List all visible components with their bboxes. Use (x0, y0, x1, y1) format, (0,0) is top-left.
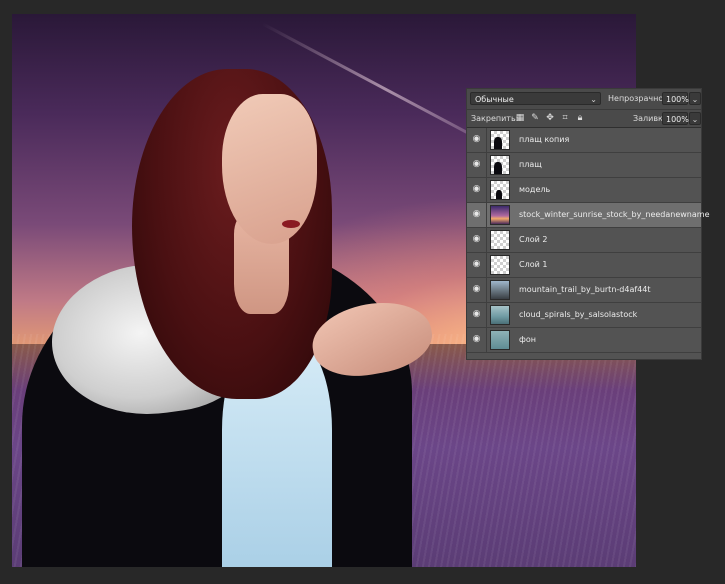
layer-thumbnail (490, 330, 510, 350)
layer-name[interactable]: фон (519, 328, 536, 352)
layers-panel: Обычные ⌄ Непрозрачность: 100% ⌄ Закрепи… (466, 88, 709, 360)
layer-thumbnail (490, 305, 510, 325)
fill-dropdown-button[interactable]: ⌄ (689, 112, 701, 125)
chevron-down-icon: ⌄ (691, 115, 699, 124)
layer-row-selected[interactable]: ◉ stock_winter_sunrise_stock_by_needanew… (467, 203, 709, 228)
layer-name[interactable]: плащ (519, 153, 542, 177)
layer-name[interactable]: cloud_spirals_by_salsolastock (519, 303, 637, 327)
layer-name[interactable]: mountain_trail_by_burtn-d4af44t (519, 278, 650, 302)
eye-icon[interactable]: ◉ (471, 159, 482, 170)
layer-name[interactable]: Слой 2 (519, 228, 547, 252)
layers-list: ◉ плащ копия ◉ плащ ◉ модель ◉ stock_win… (467, 128, 709, 353)
layer-row[interactable]: ◉ плащ (467, 153, 701, 178)
layer-name[interactable]: плащ копия (519, 128, 569, 152)
layer-row[interactable]: ◉ Слой 2 (467, 228, 701, 253)
brush-icon[interactable]: ✎ (530, 113, 540, 123)
lips (282, 220, 300, 228)
artboard-icon[interactable]: ⌗ (560, 113, 570, 123)
chevron-down-icon: ⌄ (590, 95, 597, 104)
chevron-down-icon: ⌄ (691, 95, 699, 104)
fill-value: 100% (666, 115, 689, 124)
layer-row[interactable]: ◉ Слой 1 (467, 253, 701, 278)
layer-thumbnail (490, 230, 510, 250)
lock-icon[interactable]: 🔒︎ (575, 113, 585, 123)
woman-face (222, 94, 317, 244)
opacity-input[interactable]: 100% (662, 92, 689, 105)
eye-icon[interactable]: ◉ (471, 209, 482, 220)
eye-icon[interactable]: ◉ (471, 234, 482, 245)
layer-name[interactable]: Слой 1 (519, 253, 547, 277)
layer-thumbnail (490, 155, 510, 175)
eye-icon[interactable]: ◉ (471, 309, 482, 320)
layer-row[interactable]: ◉ cloud_spirals_by_salsolastock (467, 303, 701, 328)
layer-thumbnail (490, 280, 510, 300)
lock-transparent-pixels-icon[interactable]: ▦ (515, 113, 525, 123)
eye-icon[interactable]: ◉ (471, 334, 482, 345)
blend-mode-select[interactable]: Обычные ⌄ (470, 92, 601, 105)
lock-label: Закрепить: (471, 114, 519, 123)
layer-name[interactable]: stock_winter_sunrise_stock_by_needanewna… (519, 203, 709, 227)
eye-icon[interactable]: ◉ (471, 134, 482, 145)
blend-mode-value: Обычные (475, 95, 514, 104)
layers-panel-lock-row: Закрепить: ▦ ✎ ✥ ⌗ 🔒︎ Заливка: 100% ⌄ (467, 110, 701, 128)
layer-thumbnail (490, 205, 510, 225)
layer-name[interactable]: модель (519, 178, 550, 202)
eye-icon[interactable]: ◉ (471, 184, 482, 195)
layer-thumbnail (490, 130, 510, 150)
layer-row[interactable]: ◉ mountain_trail_by_burtn-d4af44t (467, 278, 701, 303)
layer-row[interactable]: ◉ фон (467, 328, 701, 353)
layers-panel-top-row: Обычные ⌄ Непрозрачность: 100% ⌄ (467, 89, 701, 110)
layer-thumbnail (490, 180, 510, 200)
eye-icon[interactable]: ◉ (471, 259, 482, 270)
opacity-dropdown-button[interactable]: ⌄ (689, 92, 701, 105)
move-icon[interactable]: ✥ (545, 113, 555, 123)
layer-thumbnail (490, 255, 510, 275)
layer-row[interactable]: ◉ модель (467, 178, 701, 203)
fill-input[interactable]: 100% (662, 112, 689, 125)
layer-row[interactable]: ◉ плащ копия (467, 128, 701, 153)
eye-icon[interactable]: ◉ (471, 284, 482, 295)
opacity-value: 100% (666, 95, 689, 104)
